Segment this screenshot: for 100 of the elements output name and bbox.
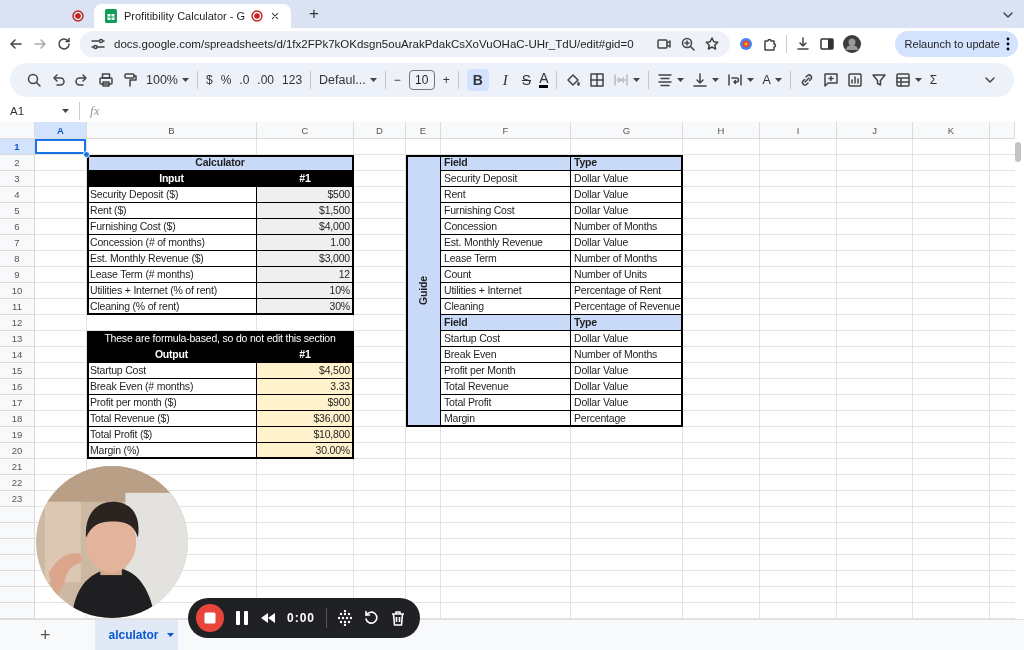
row-header[interactable]: 8	[0, 251, 35, 267]
table-cell: $1,500	[257, 203, 354, 219]
format-toggle[interactable]: B	[466, 69, 489, 91]
column-header[interactable]: E	[406, 122, 441, 139]
table-cell: 1.00	[257, 235, 354, 251]
add-sheet-button[interactable]: +	[40, 624, 51, 646]
table-cell: Security Deposit ($)	[87, 187, 257, 203]
column-header[interactable]: G	[571, 122, 683, 139]
table-cell: Dollar Value	[571, 203, 683, 219]
table-cell: Input	[87, 171, 257, 187]
strikethrough-button[interactable]: S	[521, 72, 532, 88]
row-header[interactable]: 4	[0, 187, 35, 203]
table-cell: Profit per month ($)	[87, 395, 257, 411]
toolbar-button[interactable]: 123	[282, 73, 303, 87]
row-header[interactable]: 18	[0, 411, 35, 427]
toolbar-button[interactable]: $	[206, 73, 213, 87]
table-cell: Utilities + Internet (% of rent)	[87, 283, 257, 299]
row-header[interactable]: 17	[0, 395, 35, 411]
table-cell: Total Profit ($)	[87, 427, 257, 443]
row-header[interactable]: 13	[0, 331, 35, 347]
browser-tab[interactable]: Profitibility Calculator - G	[94, 4, 292, 28]
row-header[interactable]: 15	[0, 363, 35, 379]
row-header[interactable]: 11	[0, 299, 35, 315]
table-cell: Number of Months	[571, 251, 683, 267]
column-header[interactable]: F	[441, 122, 571, 139]
toolbar-button[interactable]: +	[442, 73, 450, 87]
table-cell: Dollar Value	[571, 171, 683, 187]
toolbar-button[interactable]: −	[393, 73, 401, 87]
row-header[interactable]: 23	[0, 491, 35, 507]
table-cell: Break Even (# months)	[87, 379, 257, 395]
table-cell: Est. Monthly Revenue ($)	[87, 251, 257, 267]
table-cell: Furnishing Cost ($)	[87, 219, 257, 235]
table-cell: Dollar Value	[571, 395, 683, 411]
table-cell: Dollar Value	[571, 363, 683, 379]
row-header[interactable]: 21	[0, 459, 35, 475]
row-header[interactable]: 12	[0, 315, 35, 331]
row-header[interactable]: 1	[0, 139, 35, 155]
table-cell: #1	[257, 171, 354, 187]
column-header[interactable]: B	[87, 122, 257, 139]
table-cell: Guide	[406, 155, 441, 427]
table-cell: $500	[257, 187, 354, 203]
relaunch-button[interactable]: Relaunch to update	[894, 31, 1018, 57]
row-header[interactable]: 20	[0, 443, 35, 459]
row-header[interactable]: 10	[0, 283, 35, 299]
table-cell: Percentage of Rent	[571, 283, 683, 299]
column-header[interactable]: C	[257, 122, 354, 139]
table-cell: Number of Units	[571, 267, 683, 283]
toolbar-button[interactable]: .00	[257, 73, 275, 87]
table-cell: Lease Term (# months)	[87, 267, 257, 283]
table-cell: Dollar Value	[571, 235, 683, 251]
table-cell: Rent ($)	[87, 203, 257, 219]
table-cell: 3.33	[257, 379, 354, 395]
formula-icon: fx	[90, 103, 100, 119]
table-cell: Percentage	[571, 411, 683, 427]
table-cell: $3,000	[257, 251, 354, 267]
table-cell: $10,800	[257, 427, 354, 443]
table-cell: Type	[571, 315, 683, 331]
column-header[interactable]: H	[683, 122, 760, 139]
row-header[interactable]: 22	[0, 475, 35, 491]
table-cell: 12	[257, 267, 354, 283]
table-cell: #1	[257, 347, 354, 363]
text-color-button[interactable]: A	[539, 72, 549, 88]
sheet-tab[interactable]: alculator	[94, 620, 178, 650]
table-cell: $36,000	[257, 411, 354, 427]
row-header[interactable]: 9	[0, 267, 35, 283]
row-header[interactable]: 3	[0, 171, 35, 187]
row-header[interactable]: 14	[0, 347, 35, 363]
table-cell: Number of Months	[571, 347, 683, 363]
name-box[interactable]: A1	[10, 105, 70, 117]
toolbar-button[interactable]: %	[220, 73, 232, 87]
column-header[interactable]: A	[35, 122, 87, 139]
row-header[interactable]: 2	[0, 155, 35, 171]
row-header[interactable]: 16	[0, 379, 35, 395]
new-tab-button[interactable]: +	[309, 4, 319, 24]
table-cell: $4,500	[257, 363, 354, 379]
row-header[interactable]: 7	[0, 235, 35, 251]
table-cell: Field	[441, 315, 571, 331]
dropdown[interactable]: Defaul...	[319, 73, 366, 87]
row-header[interactable]: 5	[0, 203, 35, 219]
column-header[interactable]: J	[837, 122, 913, 139]
row-header[interactable]: 6	[0, 219, 35, 235]
dropdown[interactable]: 100%	[146, 73, 178, 87]
font-size-field[interactable]: 10	[408, 70, 435, 90]
table-cell: Output	[87, 347, 257, 363]
table-cell: Dollar Value	[571, 379, 683, 395]
toolbar-button[interactable]: .0	[239, 73, 250, 87]
format-toggle[interactable]: I	[496, 68, 514, 92]
table-cell: $900	[257, 395, 354, 411]
table-cell: $4,000	[257, 219, 354, 235]
table-cell: Total Revenue ($)	[87, 411, 257, 427]
address-bar[interactable]: docs.google.com/spreadsheets/d/1fx2FPk7kOKdsgn5ouArakPdakCsXoVuOHaC-UHr_TdU/edit#gid=0	[80, 31, 730, 57]
table-cell: 10%	[257, 283, 354, 299]
timer: 0:00	[287, 611, 316, 625]
toolbar-button[interactable]: Σ	[929, 73, 938, 87]
row-header[interactable]: 19	[0, 427, 35, 443]
column-header[interactable]: K	[913, 122, 990, 139]
column-header[interactable]: I	[760, 122, 837, 139]
table-cell: Dollar Value	[571, 331, 683, 347]
column-header[interactable]: D	[354, 122, 406, 139]
dropdown[interactable]: A	[762, 73, 771, 87]
